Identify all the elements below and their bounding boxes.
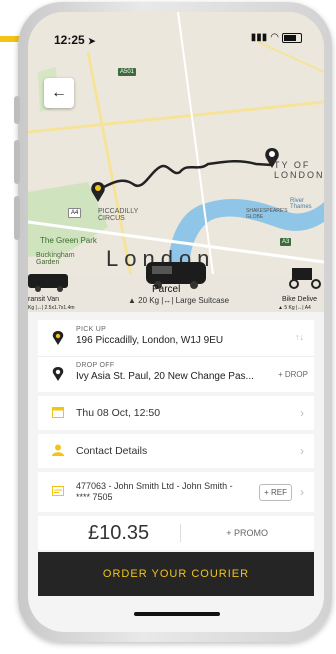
home-indicator (134, 612, 220, 616)
back-arrow-icon: ← (51, 84, 67, 101)
road-tag-a501: A501 (118, 68, 137, 76)
address-card: PICK UP 196 Piccadilly, London, W1J 9EU … (38, 320, 314, 392)
vehicle-bike-name[interactable]: Bike Delive (282, 296, 317, 303)
vehicle-van-name[interactable]: ransit Van (28, 296, 59, 303)
road (257, 41, 324, 73)
add-drop-button[interactable]: + DROP (278, 370, 308, 379)
route-line (97, 160, 273, 192)
battery-icon (282, 32, 302, 43)
status-time: 12:25 ➤ (54, 33, 96, 47)
road-tag-a4: A4 (68, 208, 82, 218)
pickup-label: PICK UP (76, 326, 107, 333)
pickup-address: 196 Piccadilly, London, W1J 9EU (76, 335, 224, 346)
map-label-globe: SHAKESPEARE'S GLOBE (246, 208, 288, 220)
pickup-row[interactable]: PICK UP 196 Piccadilly, London, W1J 9EU … (38, 320, 314, 357)
vehicle-van-capacity: Kg |↔| 2.5x1.7x1.4m (28, 305, 75, 311)
contact-details-label: Contact Details (76, 445, 148, 457)
phone-volume-down (14, 196, 20, 240)
status-bar: 12:25 ➤ ▮▮▮ ◠ (28, 12, 324, 47)
divider (180, 524, 181, 542)
wifi-icon: ◠ (270, 32, 279, 43)
map-label-river: River Thames (290, 198, 312, 210)
dropoff-label: DROP OFF (76, 362, 115, 369)
add-ref-button[interactable]: + REF (259, 483, 292, 501)
chevron-right-icon: › (300, 485, 304, 499)
calendar-icon (52, 407, 64, 418)
weight-icon: ▲ (128, 296, 136, 305)
bike-icon (289, 268, 321, 289)
chevron-right-icon: › (300, 444, 304, 458)
map-label-city-of-london: TY OF LONDON (274, 160, 324, 180)
phone-screen: A501 PICCADILLY CIRCUS A4 The Green Park… (28, 12, 324, 632)
dropoff-address: Ivy Asia St. Paul, 20 New Change Pas... (76, 371, 254, 382)
order-courier-button[interactable]: ORDER YOUR COURIER (38, 552, 314, 596)
account-card-icon (52, 486, 64, 496)
chevron-right-icon: › (300, 406, 304, 420)
date-row[interactable]: Thu 08 Oct, 12:50 › (38, 396, 314, 430)
back-button[interactable]: ← (44, 78, 74, 108)
swap-addresses-icon[interactable]: ↑↓ (295, 332, 304, 342)
vehicle-parcel-name[interactable]: Parcel (152, 284, 180, 295)
phone-side-button (14, 96, 20, 124)
dropoff-row[interactable]: DROP OFF Ivy Asia St. Paul, 20 New Chang… (38, 356, 314, 392)
account-row[interactable]: 477063 - John Smith Ltd - John Smith - *… (38, 472, 314, 512)
account-details: 477063 - John Smith Ltd - John Smith - *… (76, 481, 233, 502)
phone-volume-up (14, 140, 20, 184)
van-icon (28, 274, 68, 292)
price-row: £10.35 + PROMO (38, 516, 314, 550)
pickup-date: Thu 08 Oct, 12:50 (76, 407, 161, 419)
price-value: £10.35 (88, 521, 150, 544)
map-label-piccadilly: PICCADILLY CIRCUS (98, 208, 139, 222)
user-icon (52, 444, 64, 456)
road-tag-a3: A3 (280, 238, 292, 246)
pickup-pin-icon (52, 331, 64, 345)
add-promo-button[interactable]: + PROMO (226, 528, 268, 538)
signal-icon: ▮▮▮ (250, 32, 268, 43)
dropoff-pin-icon (52, 367, 64, 381)
location-arrow-icon: ➤ (88, 36, 96, 46)
vehicle-parcel-capacity: ▲ 20 Kg |↔| Large Suitcase (128, 296, 230, 305)
vehicle-bike-capacity: ▲ 5 Kg |↔| A4 (278, 305, 311, 311)
map-label-green-park: The Green Park (40, 236, 97, 245)
contact-row[interactable]: Contact Details › (38, 434, 314, 468)
status-icons: ▮▮▮ ◠ (251, 32, 302, 43)
